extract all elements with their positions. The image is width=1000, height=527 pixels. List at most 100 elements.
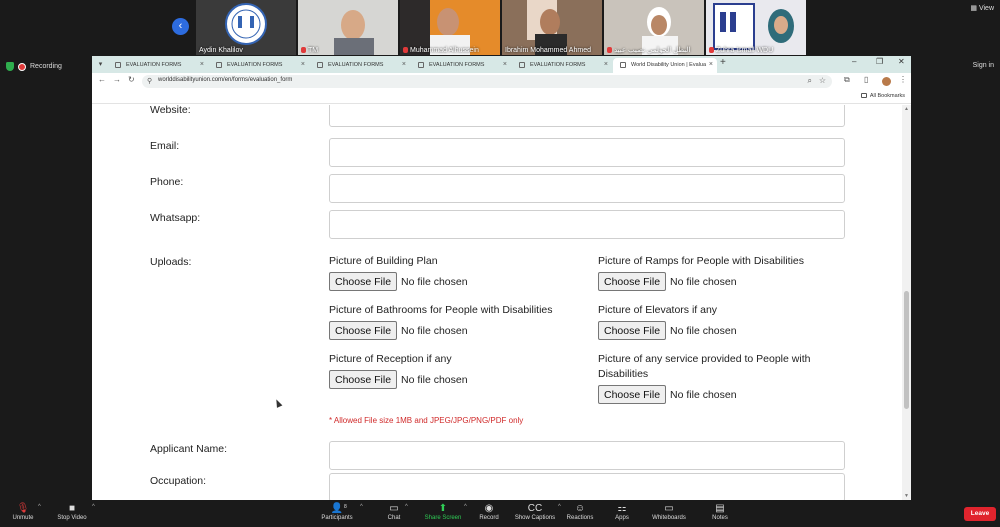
upload-title: Picture of Bathrooms for People with Dis… (329, 304, 553, 316)
profile-avatar[interactable] (882, 77, 891, 86)
website-input[interactable] (329, 105, 845, 127)
mic-muted-icon: 🎙 (16, 503, 30, 514)
side-panel-icon[interactable]: ▯ (864, 75, 868, 84)
close-window-icon[interactable]: ✕ (898, 57, 905, 66)
address-bar[interactable]: ⚲ worlddisabilityunion.com/en/forms/eval… (142, 75, 832, 88)
close-icon[interactable]: × (301, 58, 305, 72)
captions-caret-icon[interactable]: ^ (558, 504, 561, 510)
close-icon[interactable]: × (604, 58, 608, 72)
scroll-up-icon[interactable]: ▲ (904, 106, 909, 112)
url-text: worlddisabilityunion.com/en/forms/evalua… (158, 77, 293, 83)
choose-file-button[interactable]: Choose File (598, 385, 667, 404)
share-screen-button[interactable]: ⬆ Share Screen (422, 502, 464, 521)
upload-title: Picture of Elevators if any (598, 304, 718, 316)
sign-in-link[interactable]: Sign in (973, 62, 994, 69)
browser-tab[interactable]: EVALUATION FORMS × (310, 58, 410, 73)
browser-tab[interactable]: EVALUATION FORMS × (209, 58, 309, 73)
file-picker: Choose File No file chosen (598, 321, 737, 340)
reactions-icon: ☺ (574, 503, 586, 514)
mic-muted-icon (403, 47, 408, 53)
record-dot-icon (18, 62, 26, 71)
whatsapp-input[interactable] (329, 210, 845, 239)
unmute-button[interactable]: 🎙 Unmute (8, 502, 38, 521)
browser-tab-active[interactable]: World Disability Union | Evalua × (613, 58, 717, 73)
close-icon[interactable]: × (503, 58, 507, 72)
participant-tile[interactable]: Ibrahim Mohammed Ahmed (502, 0, 602, 55)
file-status: No file chosen (670, 275, 737, 288)
email-input[interactable] (329, 138, 845, 167)
whatsapp-label: Whatsapp: (150, 212, 201, 224)
recording-label: Recording (30, 63, 62, 70)
zoom-meeting-window: ‹ Aydin Khalilov TM Muhammad Alhussein I… (0, 0, 1000, 527)
bookmark-star-icon[interactable]: ☆ (819, 76, 826, 85)
participants-caret-icon[interactable]: ^ (360, 504, 363, 510)
reload-icon[interactable]: ↻ (128, 75, 135, 84)
upload-title: Picture of Ramps for People with Disabil… (598, 255, 805, 267)
choose-file-button[interactable]: Choose File (329, 272, 398, 291)
applicant-name-input[interactable] (329, 441, 845, 470)
audio-options-caret-icon[interactable]: ^ (38, 504, 41, 510)
reactions-button[interactable]: ☺ Reactions (565, 502, 595, 521)
menu-icon[interactable]: ⋮ (899, 75, 907, 84)
video-options-caret-icon[interactable]: ^ (92, 504, 95, 510)
extensions-icon[interactable]: ⧉ (844, 75, 850, 85)
participant-name: Muhammad Alhussein (403, 47, 479, 54)
participant-tile[interactable]: TM (298, 0, 398, 55)
view-button[interactable]: View (970, 4, 994, 12)
participant-tile[interactable]: Aydin Khalilov (196, 0, 296, 55)
browser-tab[interactable]: EVALUATION FORMS × (411, 58, 511, 73)
close-icon[interactable]: × (709, 58, 713, 72)
browser-tab[interactable]: EVALUATION FORMS × (108, 58, 208, 73)
participant-tile[interactable]: Zuhra Ismail WDU (706, 0, 806, 55)
choose-file-button[interactable]: Choose File (329, 321, 398, 340)
page-icon (216, 62, 222, 68)
new-tab-icon[interactable]: + (720, 57, 726, 68)
recording-indicator: Recording (6, 62, 62, 71)
share-caret-icon[interactable]: ^ (464, 504, 467, 510)
show-captions-button[interactable]: CC Show Captions (512, 502, 558, 521)
page-scrollbar[interactable]: ▲ ▼ (902, 105, 911, 500)
file-picker: Choose File No file chosen (329, 272, 468, 291)
close-icon[interactable]: × (402, 58, 406, 72)
stop-video-button[interactable]: ■ Stop Video (52, 502, 92, 521)
participant-name: TM (301, 47, 318, 54)
file-picker: Choose File No file chosen (598, 272, 737, 291)
bookmarks-bar: All Bookmarks (92, 90, 911, 104)
apps-button[interactable]: ⚏ Apps (610, 502, 634, 521)
tab-search-icon[interactable]: ▾ (95, 59, 106, 70)
scroll-down-icon[interactable]: ▼ (904, 493, 909, 499)
record-button[interactable]: ◉ Record (476, 502, 502, 521)
browser-tab[interactable]: EVALUATION FORMS × (512, 58, 612, 73)
choose-file-button[interactable]: Choose File (598, 272, 667, 291)
participant-name: Zuhra Ismail WDU (709, 47, 773, 54)
participant-name: Aydin Khalilov (199, 47, 243, 54)
chat-button[interactable]: ▭ Chat (383, 502, 405, 521)
back-icon[interactable]: ← (98, 75, 106, 84)
participant-tile[interactable]: البطل الحولمي نصيب عبيد (604, 0, 704, 55)
mic-muted-icon (709, 47, 714, 53)
choose-file-button[interactable]: Choose File (329, 370, 398, 389)
phone-input[interactable] (329, 174, 845, 203)
restore-icon[interactable]: ❐ (876, 57, 883, 66)
scrollbar-thumb[interactable] (904, 291, 909, 409)
minimize-icon[interactable]: – (852, 57, 856, 66)
close-icon[interactable]: × (200, 58, 204, 72)
chat-caret-icon[interactable]: ^ (405, 504, 408, 510)
file-picker: Choose File No file chosen (329, 321, 468, 340)
search-icon[interactable]: ⌕ (808, 76, 812, 86)
forward-icon[interactable]: → (113, 75, 121, 84)
upload-title: Picture of any service provided to Peopl… (598, 353, 811, 380)
mouse-cursor-icon (273, 398, 283, 408)
occupation-label: Occupation: (150, 475, 207, 487)
all-bookmarks-button[interactable]: All Bookmarks (860, 93, 905, 99)
gallery-prev-button[interactable]: ‹ (172, 18, 189, 35)
participant-tile[interactable]: Muhammad Alhussein (400, 0, 500, 55)
choose-file-button[interactable]: Choose File (598, 321, 667, 340)
notes-button[interactable]: ▤ Notes (706, 502, 734, 521)
participants-button[interactable]: 👤 Participants (318, 502, 356, 521)
leave-button[interactable]: Leave (964, 507, 996, 521)
whiteboards-button[interactable]: ▭ Whiteboards (648, 502, 690, 521)
occupation-input[interactable] (329, 473, 845, 500)
site-info-icon[interactable]: ⚲ (147, 77, 152, 85)
participant-name: Ibrahim Mohammed Ahmed (505, 47, 591, 54)
